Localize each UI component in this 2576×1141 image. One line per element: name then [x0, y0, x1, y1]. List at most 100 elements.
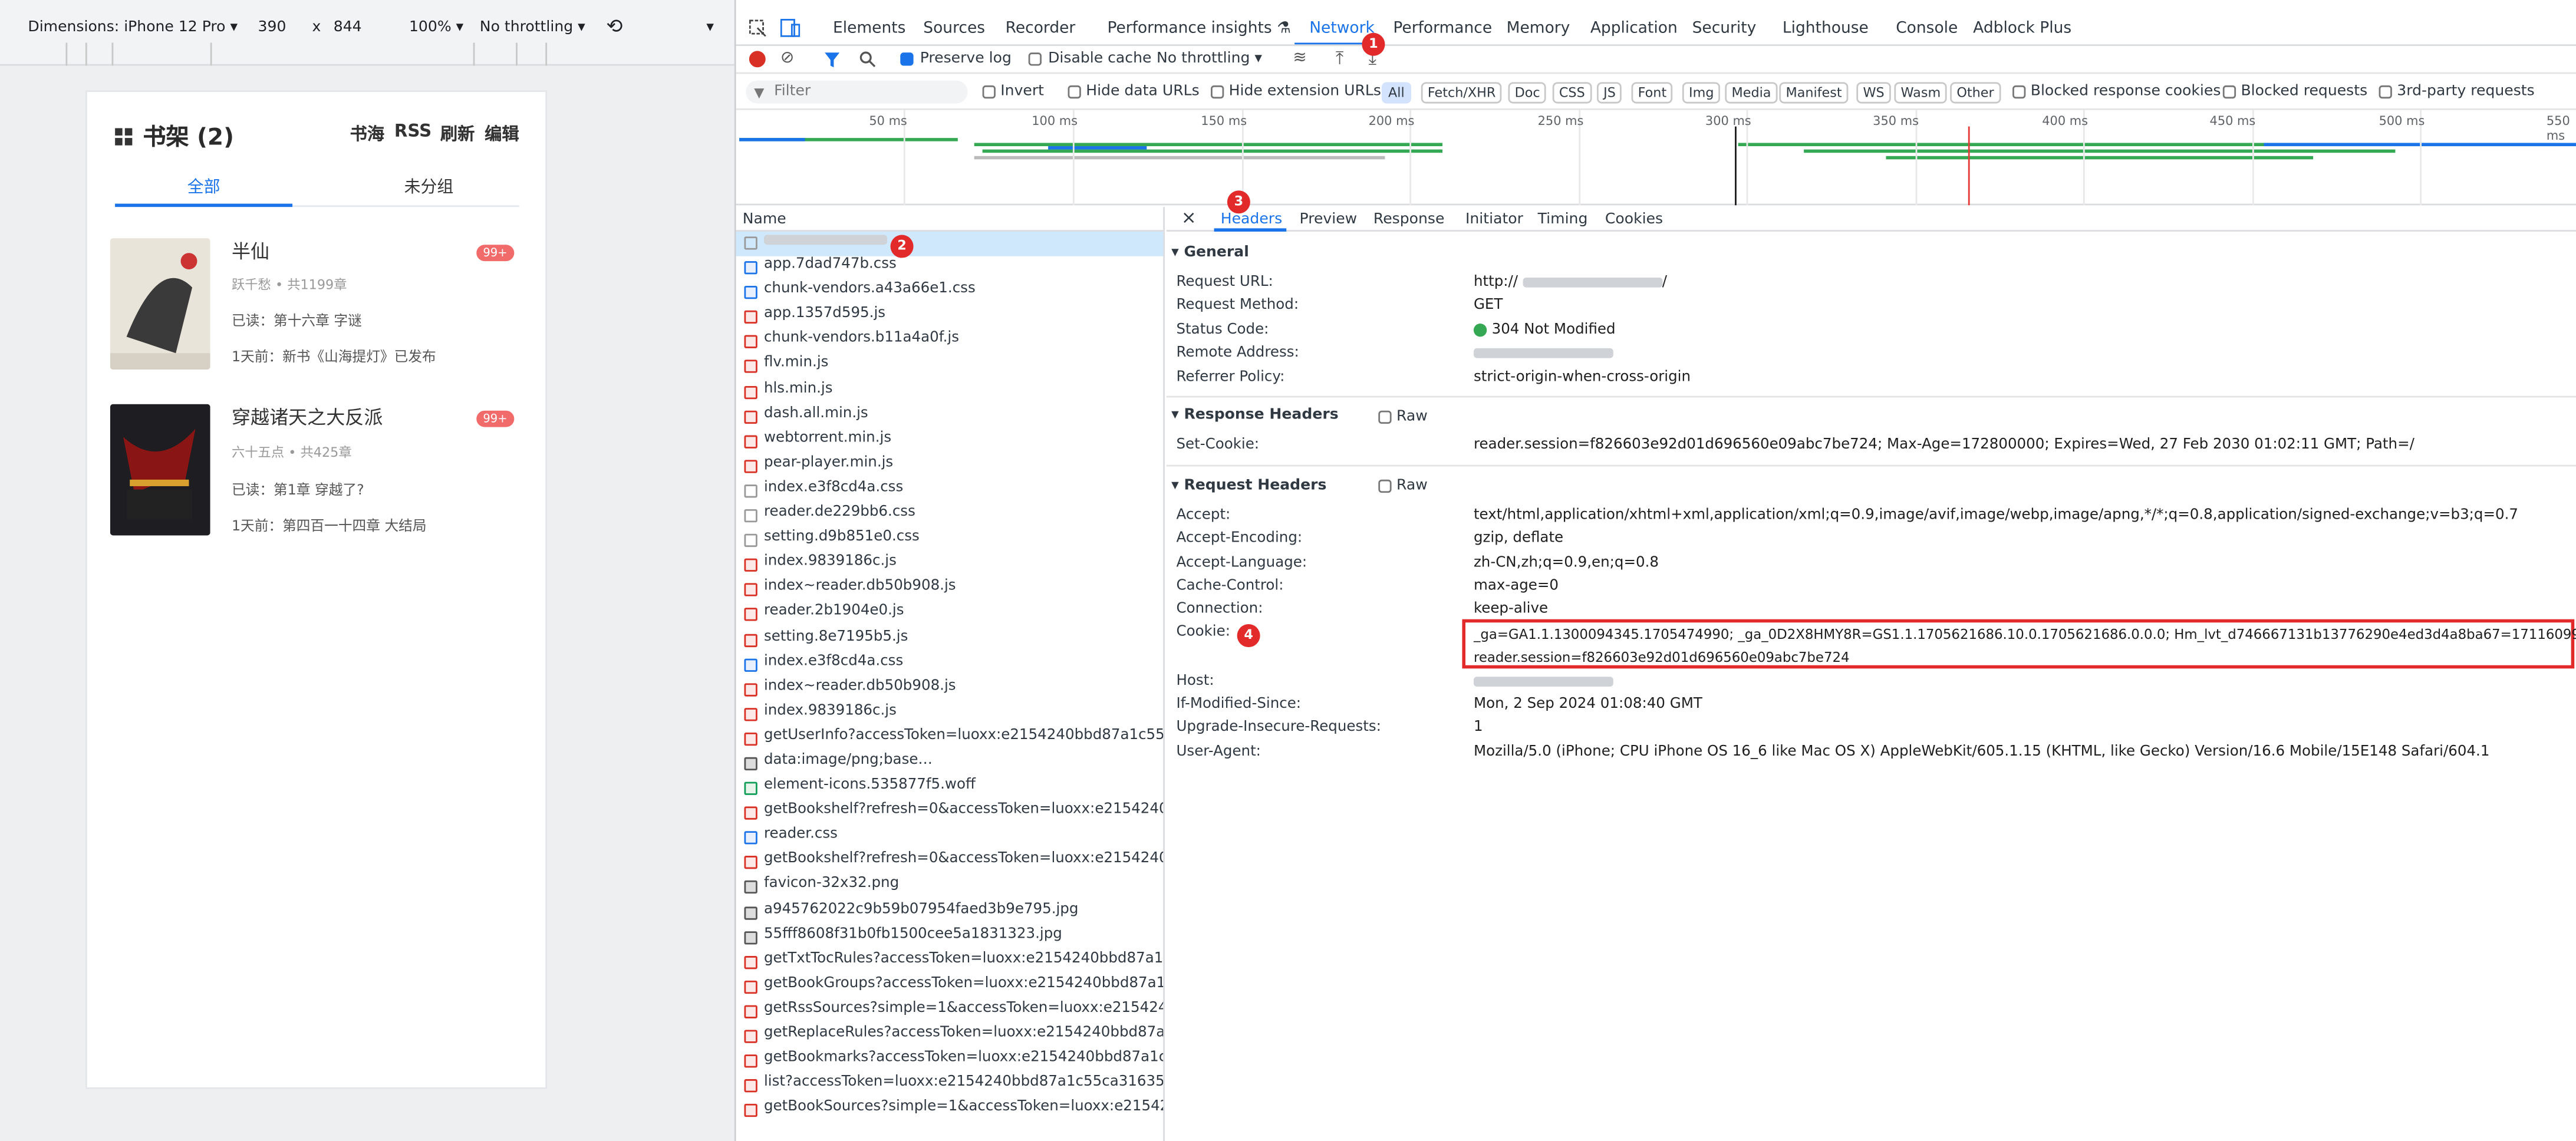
type-filter-css[interactable]: CSS [1552, 82, 1592, 104]
request-row[interactable]: element-icons.535877f5.woff [736, 777, 1164, 802]
request-row[interactable]: reader.css [736, 827, 1164, 852]
request-row[interactable]: a945762022c9b59b07954faed3b9e795.jpg [736, 901, 1164, 926]
network-throttle-select[interactable]: No throttling ▾ [1157, 51, 1262, 67]
inspect-icon[interactable] [749, 19, 767, 38]
network-conditions-icon[interactable]: ≋ [1293, 50, 1306, 68]
rotate-icon[interactable]: ⟲ [606, 15, 622, 38]
request-row[interactable]: setting.8e7195b5.js [736, 628, 1164, 653]
filter-input[interactable]: ▼ Filter [746, 80, 968, 104]
request-row[interactable]: index.9839186c.js [736, 703, 1164, 727]
name-column-header[interactable]: Name [736, 207, 1164, 232]
book-title[interactable]: 半仙 [232, 238, 269, 265]
type-filter-other[interactable]: Other [1950, 82, 2001, 104]
tab-elements[interactable]: Elements [833, 19, 905, 38]
type-filter-wasm[interactable]: Wasm [1894, 82, 1948, 104]
disable-cache-checkbox[interactable]: Disable cache [1028, 51, 1151, 67]
link-edit[interactable]: 编辑 [485, 121, 519, 146]
tab-console[interactable]: Console [1896, 19, 1958, 38]
request-row[interactable]: dash.all.min.js [736, 405, 1164, 430]
link-rss[interactable]: RSS [394, 121, 431, 141]
hide-data-urls-checkbox[interactable]: Hide data URLs [1068, 84, 1200, 100]
tab-recorder[interactable]: Recorder [1006, 19, 1076, 38]
tab-adblock[interactable]: Adblock Plus [1973, 19, 2071, 38]
tab-response[interactable]: Response [1373, 212, 1444, 229]
device-select[interactable]: Dimensions: iPhone 12 Pro ▾ [28, 19, 238, 36]
tab-lighthouse[interactable]: Lighthouse [1783, 19, 1869, 38]
request-row[interactable]: reader.de229bb6.css [736, 504, 1164, 529]
type-filter-ws[interactable]: WS [1856, 82, 1891, 104]
tab-application[interactable]: Application [1590, 19, 1678, 38]
tab-performance[interactable]: Performance [1393, 19, 1492, 38]
request-row[interactable] [736, 231, 1164, 257]
request-row[interactable]: list?accessToken=luoxx:e2154240bbd87a1c5… [736, 1074, 1163, 1099]
book-cover[interactable] [110, 238, 210, 370]
link-shuhai[interactable]: 书海 [350, 121, 385, 146]
tab-all[interactable]: 全部 [187, 173, 220, 197]
type-filter-fetch-xhr[interactable]: Fetch/XHR [1421, 82, 1503, 104]
filter-icon[interactable] [825, 52, 840, 68]
request-row[interactable]: chunk-vendors.b11a4a0f.js [736, 331, 1164, 355]
request-headers-toggle[interactable]: ▾ Request Headers [1171, 478, 1326, 494]
type-filter-js[interactable]: JS [1596, 82, 1622, 104]
tab-timing[interactable]: Timing [1538, 212, 1588, 229]
request-row[interactable]: hls.min.js [736, 380, 1164, 405]
type-filter-all[interactable]: All [1381, 82, 1411, 104]
device-throttle-select[interactable]: No throttling ▾ [480, 19, 585, 36]
link-refresh[interactable]: 刷新 [440, 121, 475, 146]
invert-checkbox[interactable]: Invert [982, 84, 1044, 100]
import-har-icon[interactable]: ⤒ [1336, 48, 1344, 71]
book-cover[interactable] [110, 404, 210, 536]
record-icon[interactable] [749, 51, 766, 68]
tab-performance-insights[interactable]: Performance insights ⚗ [1107, 19, 1290, 38]
tab-network[interactable]: Network [1309, 19, 1375, 38]
request-row[interactable]: getBookGroups?accessToken=luoxx:e2154240… [736, 975, 1163, 1000]
third-party-requests-checkbox[interactable]: 3rd-party requests [2379, 84, 2535, 100]
type-filter-img[interactable]: Img [1682, 82, 1721, 104]
request-row[interactable]: getRssSources?simple=1&accessToken=luoxx… [736, 1000, 1163, 1025]
blocked-response-cookies-checkbox[interactable]: Blocked response cookies [2012, 84, 2221, 100]
request-row[interactable]: getReplaceRules?accessToken=luoxx:e21542… [736, 1025, 1163, 1050]
blocked-requests-checkbox[interactable]: Blocked requests [2222, 84, 2367, 100]
request-row[interactable]: app.1357d595.js [736, 306, 1164, 331]
tab-sources[interactable]: Sources [923, 19, 985, 38]
request-row[interactable]: index.e3f8cd4a.css [736, 653, 1164, 678]
close-icon[interactable]: × [1181, 207, 1197, 228]
tab-initiator[interactable]: Initiator [1465, 212, 1523, 229]
request-row[interactable]: favicon-32x32.png [736, 876, 1164, 901]
width-input[interactable]: 390 [258, 19, 286, 36]
request-row[interactable]: index.e3f8cd4a.css [736, 480, 1164, 504]
tab-memory[interactable]: Memory [1507, 19, 1570, 38]
request-row[interactable]: getBookSources?simple=1&accessToken=luox… [736, 1099, 1163, 1124]
request-row[interactable]: flv.min.js [736, 355, 1164, 380]
request-row[interactable]: webtorrent.min.js [736, 430, 1164, 454]
tab-headers[interactable]: Headers [1221, 212, 1282, 229]
request-row[interactable]: index.9839186c.js [736, 554, 1164, 579]
request-row[interactable]: app.7dad747b.css [736, 256, 1164, 281]
tab-ungrouped[interactable]: 未分组 [404, 173, 454, 197]
request-row[interactable]: pear-player.min.js [736, 455, 1164, 480]
response-headers-toggle[interactable]: ▾ Response Headers [1171, 407, 1339, 424]
more-options-icon[interactable]: ▾ [706, 19, 714, 36]
type-filter-manifest[interactable]: Manifest [1779, 82, 1849, 104]
type-filter-media[interactable]: Media [1725, 82, 1778, 104]
request-row[interactable]: index~reader.db50b908.js [736, 579, 1164, 604]
type-filter-font[interactable]: Font [1631, 82, 1674, 104]
height-input[interactable]: 844 [334, 19, 362, 36]
request-row[interactable]: data:image/png;base… [736, 752, 1164, 777]
zoom-select[interactable]: 100% ▾ [409, 19, 463, 36]
request-row[interactable]: setting.d9b851e0.css [736, 529, 1164, 554]
request-row[interactable]: getTxtTocRules?accessToken=luoxx:e215424… [736, 951, 1163, 975]
request-row[interactable]: getBookshelf?refresh=0&accessToken=luoxx… [736, 802, 1163, 826]
request-raw-checkbox[interactable]: Raw [1378, 478, 1428, 494]
tab-security[interactable]: Security [1692, 19, 1757, 38]
response-raw-checkbox[interactable]: Raw [1378, 409, 1428, 426]
request-row[interactable]: chunk-vendors.a43a66e1.css [736, 281, 1164, 306]
request-row[interactable]: getBookshelf?refresh=0&accessToken=luoxx… [736, 852, 1163, 876]
book-title[interactable]: 穿越诸天之大反派 [232, 404, 383, 431]
hide-extension-urls-checkbox[interactable]: Hide extension URLs [1211, 84, 1381, 100]
request-row[interactable]: getUserInfo?accessToken=luoxx:e2154240bb… [736, 727, 1163, 752]
preserve-log-checkbox[interactable]: Preserve log [900, 51, 1012, 67]
request-row[interactable]: index~reader.db50b908.js [736, 678, 1164, 703]
clear-icon[interactable]: ⊘ [780, 50, 794, 68]
tab-preview[interactable]: Preview [1300, 212, 1358, 229]
